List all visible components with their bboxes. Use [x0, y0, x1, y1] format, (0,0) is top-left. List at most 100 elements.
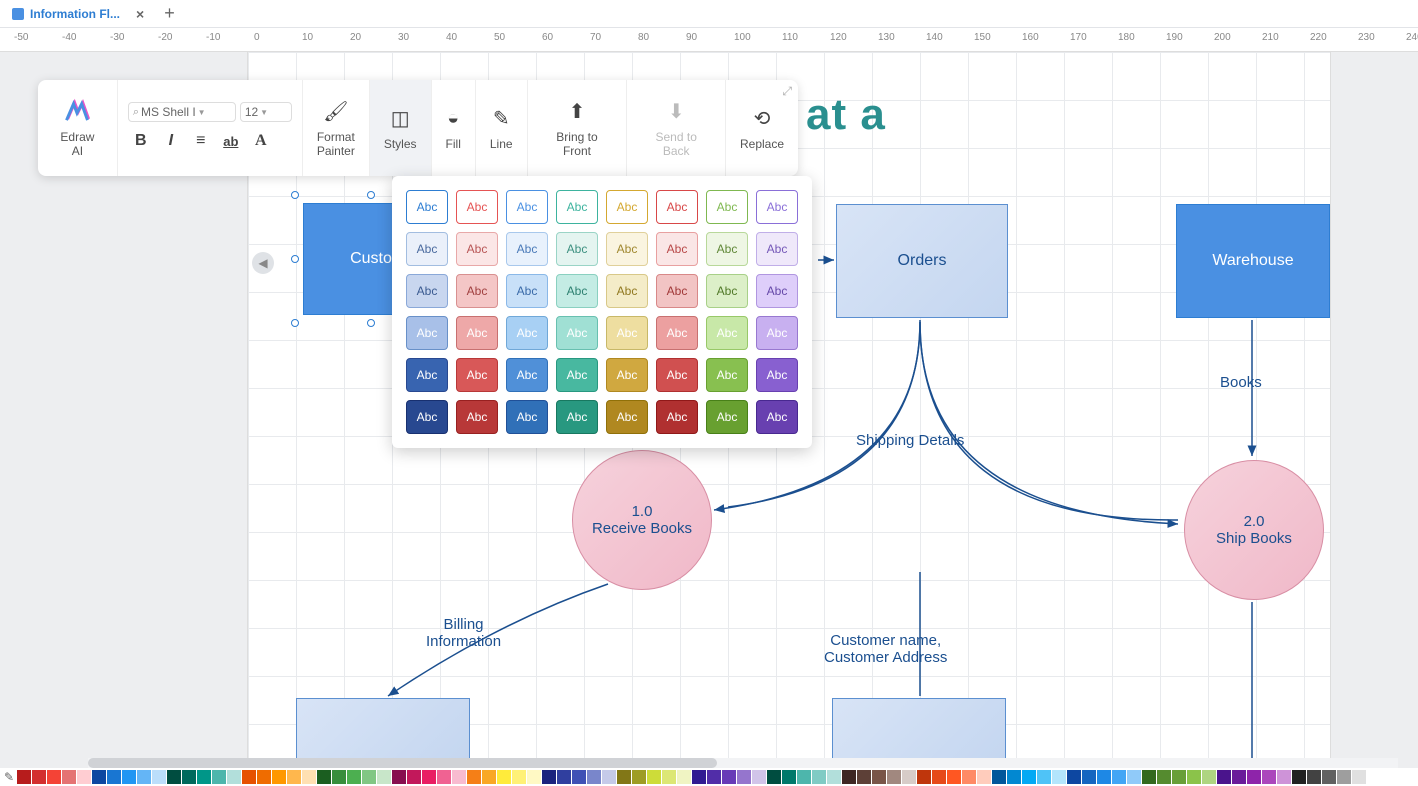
- horizontal-scrollbar[interactable]: [88, 758, 1398, 768]
- style-swatch[interactable]: Abc: [556, 274, 598, 308]
- color-chip[interactable]: [1202, 770, 1216, 784]
- color-chip[interactable]: [587, 770, 601, 784]
- color-chip[interactable]: [332, 770, 346, 784]
- style-swatch[interactable]: Abc: [656, 190, 698, 224]
- color-chip[interactable]: [1277, 770, 1291, 784]
- style-swatch[interactable]: Abc: [456, 190, 498, 224]
- color-chip[interactable]: [107, 770, 121, 784]
- color-chip[interactable]: [47, 770, 61, 784]
- style-swatch[interactable]: Abc: [606, 400, 648, 434]
- color-chip[interactable]: [1232, 770, 1246, 784]
- style-swatch[interactable]: Abc: [656, 316, 698, 350]
- line-button[interactable]: ✎ Line: [476, 80, 528, 176]
- color-chip[interactable]: [737, 770, 751, 784]
- style-swatch[interactable]: Abc: [656, 274, 698, 308]
- color-chip[interactable]: [1037, 770, 1051, 784]
- style-swatch[interactable]: Abc: [756, 358, 798, 392]
- color-chip[interactable]: [1142, 770, 1156, 784]
- color-chip[interactable]: [302, 770, 316, 784]
- color-chip[interactable]: [902, 770, 916, 784]
- font-settings-button[interactable]: A: [248, 128, 274, 154]
- color-chip[interactable]: [512, 770, 526, 784]
- color-chip[interactable]: [437, 770, 451, 784]
- color-chip[interactable]: [1097, 770, 1111, 784]
- shape-warehouse[interactable]: Warehouse: [1176, 204, 1330, 318]
- color-chip[interactable]: [1172, 770, 1186, 784]
- style-swatch[interactable]: Abc: [706, 400, 748, 434]
- resize-handle[interactable]: [367, 319, 375, 327]
- style-swatch[interactable]: Abc: [556, 400, 598, 434]
- expand-icon[interactable]: ⤢: [782, 84, 792, 99]
- font-name-select[interactable]: ⌕MS Shell I▼: [128, 102, 236, 122]
- style-swatch[interactable]: Abc: [506, 316, 548, 350]
- style-swatch[interactable]: Abc: [556, 316, 598, 350]
- color-chip[interactable]: [707, 770, 721, 784]
- color-chip[interactable]: [347, 770, 361, 784]
- color-chip[interactable]: [407, 770, 421, 784]
- style-swatch[interactable]: Abc: [506, 232, 548, 266]
- style-swatch[interactable]: Abc: [606, 316, 648, 350]
- color-chip[interactable]: [362, 770, 376, 784]
- style-swatch[interactable]: Abc: [706, 274, 748, 308]
- style-swatch[interactable]: Abc: [656, 232, 698, 266]
- color-chip[interactable]: [377, 770, 391, 784]
- color-chip[interactable]: [767, 770, 781, 784]
- style-swatch[interactable]: Abc: [456, 232, 498, 266]
- resize-handle[interactable]: [291, 191, 299, 199]
- color-chip[interactable]: [152, 770, 166, 784]
- style-swatch[interactable]: Abc: [406, 232, 448, 266]
- style-swatch[interactable]: Abc: [556, 358, 598, 392]
- color-chip[interactable]: [632, 770, 646, 784]
- style-swatch[interactable]: Abc: [506, 274, 548, 308]
- document-tab[interactable]: Information Fl... ×: [2, 0, 154, 27]
- color-chip[interactable]: [662, 770, 676, 784]
- color-chip[interactable]: [1307, 770, 1321, 784]
- color-chip[interactable]: [677, 770, 691, 784]
- color-chip[interactable]: [1337, 770, 1351, 784]
- color-chip[interactable]: [167, 770, 181, 784]
- color-chip[interactable]: [947, 770, 961, 784]
- color-chip[interactable]: [1127, 770, 1141, 784]
- color-chip[interactable]: [227, 770, 241, 784]
- color-chip[interactable]: [1112, 770, 1126, 784]
- style-swatch[interactable]: Abc: [706, 316, 748, 350]
- color-chip[interactable]: [1052, 770, 1066, 784]
- style-swatch[interactable]: Abc: [706, 232, 748, 266]
- shape-ship-books[interactable]: 2.0 Ship Books: [1184, 460, 1324, 600]
- bold-button[interactable]: B: [128, 128, 154, 154]
- color-chip[interactable]: [482, 770, 496, 784]
- color-chip[interactable]: [527, 770, 541, 784]
- color-chip[interactable]: [392, 770, 406, 784]
- color-chip[interactable]: [557, 770, 571, 784]
- color-chip[interactable]: [272, 770, 286, 784]
- scrollbar-thumb[interactable]: [88, 758, 717, 768]
- style-swatch[interactable]: Abc: [406, 400, 448, 434]
- color-chip[interactable]: [1247, 770, 1261, 784]
- style-swatch[interactable]: Abc: [656, 400, 698, 434]
- italic-button[interactable]: I: [158, 128, 184, 154]
- style-swatch[interactable]: Abc: [506, 400, 548, 434]
- style-swatch[interactable]: Abc: [406, 316, 448, 350]
- color-chip[interactable]: [872, 770, 886, 784]
- color-chip[interactable]: [452, 770, 466, 784]
- shape-orders[interactable]: Orders: [836, 204, 1008, 318]
- color-chip[interactable]: [17, 770, 31, 784]
- color-chip[interactable]: [692, 770, 706, 784]
- style-swatch[interactable]: Abc: [706, 190, 748, 224]
- color-chip[interactable]: [857, 770, 871, 784]
- color-chip[interactable]: [122, 770, 136, 784]
- color-chip[interactable]: [932, 770, 946, 784]
- color-chip[interactable]: [977, 770, 991, 784]
- color-chip[interactable]: [1157, 770, 1171, 784]
- style-swatch[interactable]: Abc: [606, 358, 648, 392]
- color-chip[interactable]: [182, 770, 196, 784]
- style-swatch[interactable]: Abc: [756, 232, 798, 266]
- color-chip[interactable]: [797, 770, 811, 784]
- color-chip[interactable]: [1007, 770, 1021, 784]
- style-swatch[interactable]: Abc: [556, 190, 598, 224]
- color-chip[interactable]: [572, 770, 586, 784]
- color-chip[interactable]: [1217, 770, 1231, 784]
- color-chip[interactable]: [242, 770, 256, 784]
- color-chip[interactable]: [647, 770, 661, 784]
- color-chip[interactable]: [1352, 770, 1366, 784]
